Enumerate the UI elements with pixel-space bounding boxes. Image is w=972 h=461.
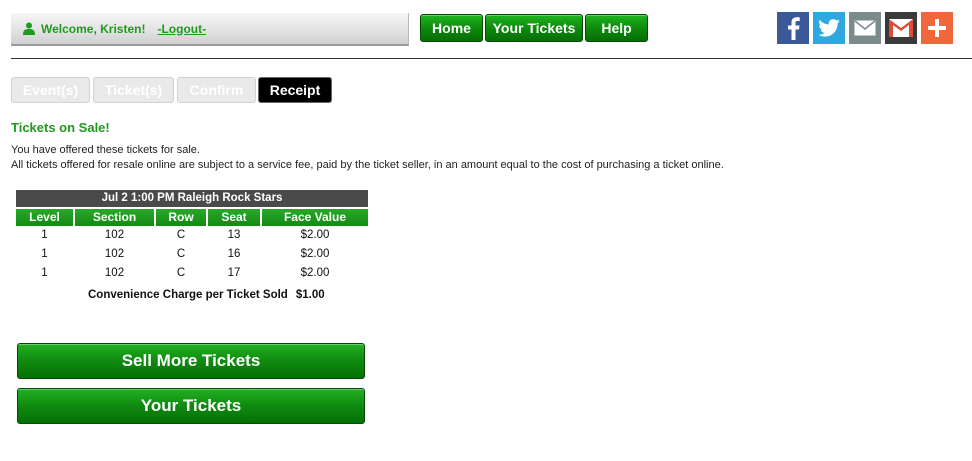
column-header-seat: Seat	[208, 209, 260, 226]
welcome-text: Welcome, Kristen!	[41, 21, 146, 36]
share-plus-icon[interactable]	[921, 12, 953, 44]
cell-level: 1	[41, 248, 48, 260]
cell-section: 102	[104, 248, 125, 260]
message-line-2: All tickets offered for resale online ar…	[11, 159, 724, 171]
message-line-1: You have offered these tickets for sale.	[11, 144, 200, 156]
your-tickets-nav-button[interactable]: Your Tickets	[485, 14, 583, 42]
help-button[interactable]: Help	[585, 14, 648, 42]
convenience-charge-value: $1.00	[295, 289, 325, 301]
gmail-icon[interactable]	[885, 12, 917, 44]
facebook-icon[interactable]	[777, 12, 809, 44]
cell-row: C	[176, 229, 186, 241]
column-header-row: Row	[156, 209, 206, 226]
cell-section: 102	[104, 229, 125, 241]
event-header: Jul 2 1:00 PM Raleigh Rock Stars	[16, 190, 368, 207]
cell-level: 1	[41, 267, 48, 279]
user-icon	[23, 22, 35, 35]
cell-face-value: $2.00	[300, 267, 330, 279]
email-icon[interactable]	[849, 12, 881, 44]
page-heading: Tickets on Sale!	[11, 120, 110, 135]
cell-seat: 17	[227, 267, 241, 279]
twitter-icon[interactable]	[813, 12, 845, 44]
convenience-charge-label: Convenience Charge per Ticket Sold	[88, 289, 288, 301]
step-confirm: Confirm	[177, 77, 256, 103]
column-header-section: Section	[75, 209, 154, 226]
your-tickets-button[interactable]: Your Tickets	[17, 388, 365, 424]
cell-seat: 13	[227, 229, 241, 241]
table-row: 1 102 C 16 $2.00	[16, 245, 368, 264]
step-tickets: Ticket(s)	[93, 77, 174, 103]
logout-link[interactable]: -Logout-	[157, 22, 206, 36]
cell-level: 1	[41, 229, 48, 241]
column-header-row: Level Section Row Seat Face Value	[16, 209, 368, 226]
cell-seat: 16	[227, 248, 241, 260]
cell-row: C	[176, 267, 186, 279]
cell-section: 102	[104, 267, 125, 279]
header-divider	[11, 58, 972, 59]
column-header-level: Level	[16, 209, 73, 226]
cell-face-value: $2.00	[300, 229, 330, 241]
cell-row: C	[176, 248, 186, 260]
welcome-bar: Welcome, Kristen! -Logout-	[11, 13, 409, 46]
sell-more-tickets-button[interactable]: Sell More Tickets	[17, 343, 365, 379]
ticket-table: Jul 2 1:00 PM Raleigh Rock Stars Level S…	[16, 190, 368, 304]
column-header-face-value: Face Value	[262, 209, 368, 226]
step-events: Event(s)	[11, 77, 90, 103]
home-button[interactable]: Home	[420, 14, 483, 42]
convenience-charge-row: Convenience Charge per Ticket Sold $1.00	[16, 286, 368, 304]
table-row: 1 102 C 13 $2.00	[16, 226, 368, 245]
cell-face-value: $2.00	[300, 248, 330, 260]
table-row: 1 102 C 17 $2.00	[16, 264, 368, 283]
step-receipt: Receipt	[258, 77, 332, 103]
